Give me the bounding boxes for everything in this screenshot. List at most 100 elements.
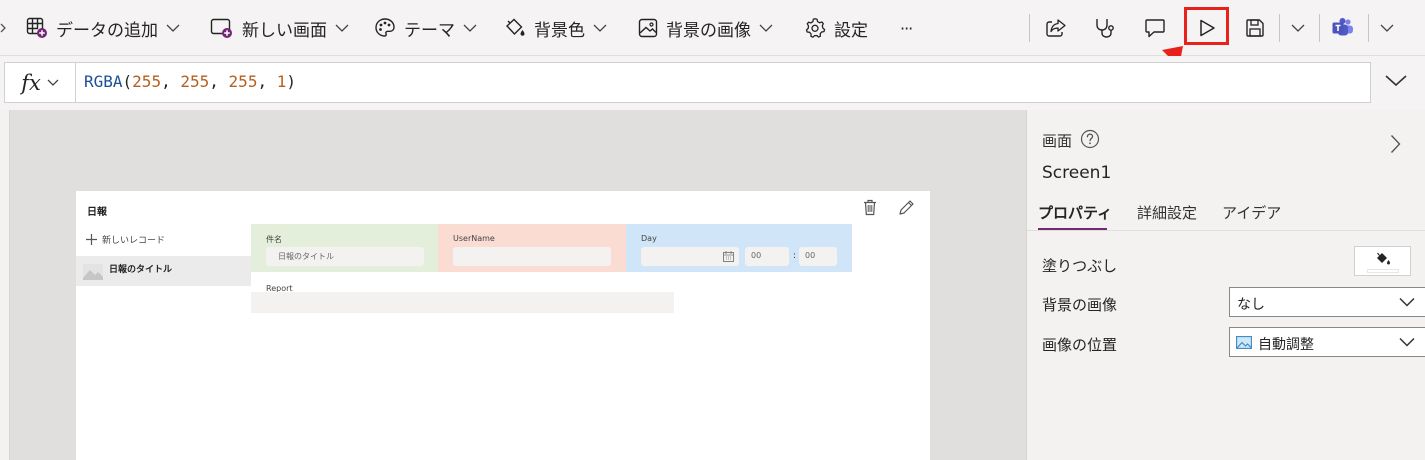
command-bar: データの追加 新しい画面 テーマ 背景色 背景の画像 設定 ···: [0, 0, 1425, 56]
property-selector[interactable]: fx: [4, 62, 76, 103]
new-screen-button[interactable]: 新しい画面: [210, 0, 349, 56]
list-item[interactable]: 日報のタイトル: [76, 256, 251, 286]
screen-add-icon: [210, 18, 232, 38]
teams-button[interactable]: [1331, 0, 1355, 56]
save-options-dropdown[interactable]: [1291, 0, 1305, 56]
more-label: ···: [900, 18, 913, 38]
chevron-down-icon: [1291, 24, 1305, 32]
formula-paren: ): [286, 72, 297, 91]
chevron-down-icon: [1399, 297, 1415, 307]
new-record-button[interactable]: 新しいレコード: [85, 233, 165, 246]
subject-placeholder: 日報のタイトル: [278, 252, 334, 261]
paint-bucket-icon: [506, 18, 525, 36]
add-data-button[interactable]: データの追加: [26, 0, 180, 56]
calendar-icon[interactable]: [723, 251, 734, 262]
trash-icon[interactable]: [863, 199, 877, 216]
formula-input[interactable]: RGBA(255, 255, 255, 1): [76, 62, 1371, 103]
list-item-title: 日報のタイトル: [109, 265, 173, 275]
teams-icon: [1332, 18, 1353, 36]
day-label: Day: [641, 234, 657, 243]
fx-label: fx: [21, 70, 41, 95]
minute-dropdown[interactable]: 00: [799, 247, 837, 266]
toolbar-divider: [1319, 14, 1320, 42]
formula-paren: (: [122, 72, 133, 91]
toolbar-divider: [1029, 14, 1030, 42]
screen-name: Screen1: [1042, 163, 1112, 183]
chevron-down-icon: [335, 24, 349, 32]
chevron-down-icon: [593, 24, 607, 32]
formula-alpha: 1: [276, 72, 287, 91]
chevron-down-icon: [166, 24, 180, 32]
image-position-value: 自動調整: [1258, 337, 1314, 353]
date-picker[interactable]: [641, 247, 739, 266]
username-field-card: UserName: [438, 224, 626, 272]
subject-label: 件名: [266, 235, 282, 244]
plus-icon: [86, 234, 97, 245]
formula-comma: ,: [209, 72, 219, 91]
formula-function: RGBA: [84, 72, 123, 91]
toolbar-divider: [1368, 14, 1369, 42]
subject-input[interactable]: 日報のタイトル: [266, 247, 424, 266]
more-commands-button[interactable]: ···: [900, 0, 913, 56]
table-add-icon: [26, 17, 47, 38]
background-image-dropdown[interactable]: なし: [1229, 287, 1425, 317]
formula-red: 255: [132, 72, 162, 91]
time-separator: :: [793, 251, 797, 261]
share-button[interactable]: [1045, 0, 1067, 56]
image-placeholder-icon: [83, 264, 103, 280]
save-icon: [1246, 19, 1264, 37]
properties-pane: 画面 Screen1 プロパティ 詳細設定 アイデア 塗りつぶし 背景の画像 な…: [1026, 110, 1425, 460]
image-position-dropdown[interactable]: 自動調整: [1229, 327, 1425, 357]
app-checker-button[interactable]: [1094, 0, 1116, 56]
canvas-edge: [0, 110, 10, 460]
background-image-value: なし: [1237, 297, 1265, 313]
edit-icon[interactable]: [898, 199, 915, 216]
app-screen[interactable]: 日報 新しいレコード 日報のタイトル 件名 日報のタイトル UserName D…: [76, 191, 930, 460]
fill-label: 塗りつぶし: [1042, 257, 1118, 275]
tab-ideas[interactable]: アイデア: [1222, 202, 1281, 223]
stethoscope-icon: [1096, 19, 1114, 38]
fill-color-picker[interactable]: [1354, 246, 1411, 276]
tab-advanced[interactable]: 詳細設定: [1137, 202, 1197, 223]
paint-bucket-icon: [1377, 252, 1390, 265]
tabs-divider: [1027, 230, 1425, 231]
chevron-down-icon: [47, 79, 59, 86]
toolbar-left-chevron-icon[interactable]: [0, 0, 8, 56]
image-position-label: 画像の位置: [1042, 336, 1118, 354]
formula-comma: ,: [161, 72, 171, 91]
background-image-button[interactable]: 背景の画像: [638, 0, 773, 56]
gear-icon: [805, 18, 826, 38]
expand-formula-bar-icon[interactable]: [1384, 74, 1408, 87]
share-icon: [1046, 19, 1066, 37]
hour-dropdown[interactable]: 00: [745, 247, 789, 266]
add-data-label: データの追加: [56, 20, 158, 41]
username-label: UserName: [453, 234, 495, 243]
chevron-down-icon: [1380, 24, 1394, 32]
record-list-panel: 日報 新しいレコード 日報のタイトル: [76, 191, 251, 460]
teams-options-dropdown[interactable]: [1380, 0, 1394, 56]
chevron-right-icon[interactable]: [1390, 134, 1401, 154]
report-input[interactable]: [251, 292, 674, 313]
tab-properties[interactable]: プロパティ: [1038, 202, 1112, 223]
chevron-down-icon: [759, 24, 773, 32]
save-button[interactable]: [1245, 0, 1265, 56]
background-image-label: 背景の画像: [1042, 296, 1118, 314]
fill-color-swatch: [1367, 269, 1399, 273]
theme-button[interactable]: テーマ: [374, 0, 477, 56]
object-type-label: 画面: [1042, 132, 1073, 150]
comment-icon: [1145, 19, 1165, 38]
image-fit-icon: [1236, 336, 1252, 349]
formula-bar: fx RGBA(255, 255, 255, 1): [0, 56, 1425, 110]
background-color-button[interactable]: 背景色: [504, 0, 607, 56]
toolbar-divider: [1279, 14, 1280, 42]
username-input[interactable]: [453, 247, 611, 266]
canvas-area: 日報 新しいレコード 日報のタイトル 件名 日報のタイトル UserName D…: [0, 110, 1026, 460]
new-record-label: 新しいレコード: [102, 236, 166, 246]
background-image-label: 背景の画像: [666, 20, 751, 41]
settings-label: 設定: [834, 20, 868, 41]
settings-button[interactable]: 設定: [804, 0, 868, 56]
help-icon[interactable]: [1080, 129, 1100, 149]
day-field-card: Day 00 : 00: [626, 224, 852, 272]
formula-comma: ,: [257, 72, 268, 91]
formula-green: 255: [180, 72, 210, 91]
